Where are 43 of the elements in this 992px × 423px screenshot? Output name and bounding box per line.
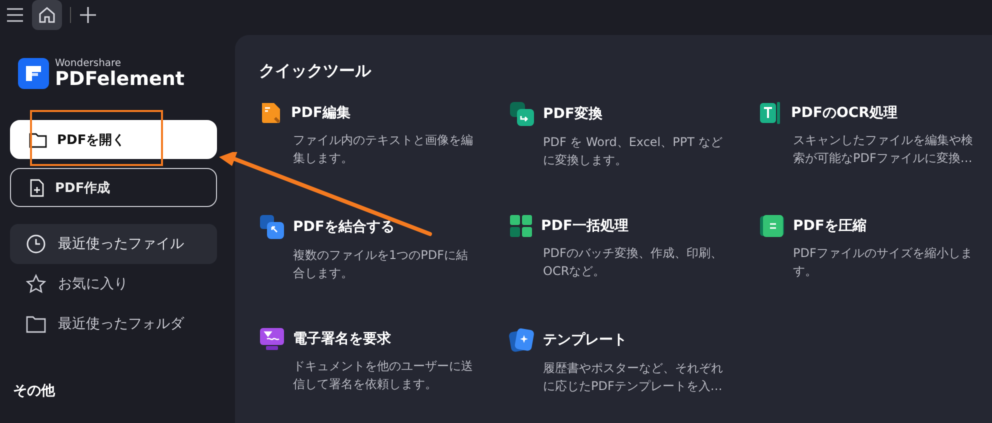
tool-description: PDF を Word、Excel、PPT などに変換します。 xyxy=(543,134,724,169)
signature-icon[interactable] xyxy=(259,327,285,351)
combine-icon[interactable] xyxy=(259,214,285,240)
home-icon xyxy=(38,6,56,24)
tool-title[interactable]: 電子署名を要求 xyxy=(293,330,391,348)
tool-title[interactable]: PDF編集 xyxy=(291,104,350,122)
sidebar-item[interactable]: 最近使ったファイル xyxy=(10,224,217,264)
tool-title[interactable]: PDFを結合する xyxy=(293,218,394,236)
star-icon xyxy=(26,274,46,294)
tool-description: 履歴書やポスターなど、それぞれに応じたPDFテンプレートを入… xyxy=(543,360,724,395)
template-icon[interactable] xyxy=(509,327,535,353)
tool-title[interactable]: PDF一括処理 xyxy=(541,217,628,235)
clock-icon xyxy=(26,234,46,254)
folder-icon xyxy=(26,315,46,333)
tool-description: 複数のファイルを1つのPDFに結合します。 xyxy=(293,247,470,282)
tool-title[interactable]: PDFのOCR処理 xyxy=(791,104,898,122)
tool-title[interactable]: PDFを圧縮 xyxy=(793,217,866,235)
compress-icon[interactable] xyxy=(759,214,785,238)
sidebar-item[interactable]: 最近使ったフォルダ xyxy=(10,304,217,344)
tool-description: PDFのバッチ変換、作成、印刷、OCRなど。 xyxy=(543,245,724,280)
menu-icon[interactable] xyxy=(6,8,24,22)
sidebar-item[interactable]: お気に入り xyxy=(10,264,217,304)
tool-title[interactable]: PDF変換 xyxy=(543,105,602,123)
ocr-icon[interactable] xyxy=(759,101,783,125)
create-pdf-button[interactable]: PDF作成 xyxy=(10,168,217,207)
convert-icon[interactable] xyxy=(509,101,535,127)
product-name: PDFelement xyxy=(55,70,184,88)
logo-icon xyxy=(18,58,49,89)
document-icon[interactable] xyxy=(259,101,283,125)
section-heading: その他 xyxy=(13,382,56,400)
tool-description: ドキュメントを他のユーザーに送信して署名を依頼します。 xyxy=(293,358,474,393)
tool-description: スキャンしたファイルを編集や検索が可能なPDFファイルに変換… xyxy=(793,132,974,167)
add-tab-icon[interactable] xyxy=(79,6,97,24)
panel-title: クイックツール xyxy=(259,61,371,80)
tool-description: ファイル内のテキストと画像を編集します。 xyxy=(293,132,474,167)
folder-icon xyxy=(29,132,47,148)
open-pdf-button[interactable]: PDFを開く xyxy=(10,120,217,159)
home-tab[interactable] xyxy=(32,0,62,30)
company-name: Wondershare xyxy=(55,58,122,68)
add-file-icon xyxy=(29,178,45,196)
tool-description: PDFファイルのサイズを縮小します。 xyxy=(793,245,974,280)
tool-title[interactable]: テンプレート xyxy=(543,331,627,349)
grid-icon[interactable] xyxy=(509,214,533,238)
